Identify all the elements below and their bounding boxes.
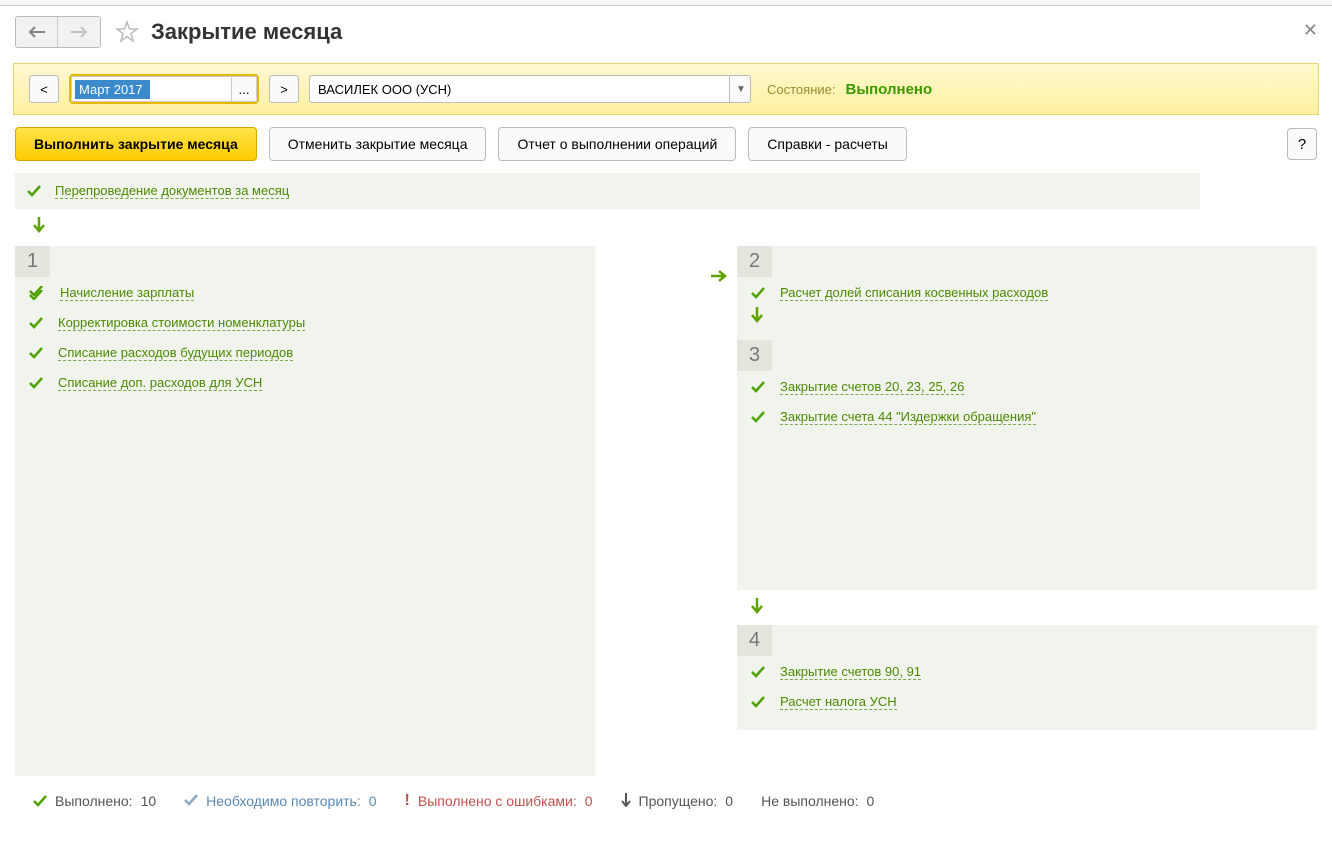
not-label: Не выполнено: <box>761 793 858 809</box>
footer-done: Выполнено: 10 <box>33 793 156 809</box>
arrow-down-icon <box>621 793 631 810</box>
check-icon <box>29 317 43 329</box>
repeat-value: 0 <box>369 793 377 809</box>
check-icon <box>27 185 41 197</box>
check-icon <box>29 377 43 389</box>
check-outline-icon <box>184 793 198 809</box>
skip-value: 0 <box>725 793 733 809</box>
block-3-number: 3 <box>737 340 772 371</box>
cancel-close-button[interactable]: Отменить закрытие месяца <box>269 127 487 161</box>
not-value: 0 <box>867 793 875 809</box>
nav-group <box>15 16 101 48</box>
op-usn-tax-link[interactable]: Расчет налога УСН <box>780 694 897 710</box>
op-row: Расчет долей списания косвенных расходов <box>737 277 1317 307</box>
operations-report-button[interactable]: Отчет о выполнении операций <box>498 127 736 161</box>
period-field-wrap: ... <box>69 74 259 104</box>
arrow-down-icon <box>751 602 763 617</box>
period-bar: < ... > ▼ Состояние: Выполнено <box>13 63 1319 115</box>
arrow-right-icon <box>711 266 727 287</box>
block-1-number: 1 <box>15 246 50 277</box>
content: Перепроведение документов за месяц 1 Нач… <box>0 173 1332 836</box>
repeat-label: Необходимо повторить: <box>206 793 361 809</box>
forward-button[interactable] <box>58 17 100 47</box>
err-label: Выполнено с ошибками: <box>418 793 577 809</box>
err-value: 0 <box>585 793 593 809</box>
status-footer: Выполнено: 10 Необходимо повторить: 0 ! … <box>15 776 1317 826</box>
column-2: 2 Расчет долей списания косвенных расход… <box>737 246 1317 730</box>
arrow-left-icon <box>28 26 46 38</box>
organization-input[interactable] <box>309 75 729 103</box>
op-close-90-91-link[interactable]: Закрытие счетов 90, 91 <box>780 664 921 680</box>
state-value: Выполнено <box>845 81 932 98</box>
op-close-20-23-25-26-link[interactable]: Закрытие счетов 20, 23, 25, 26 <box>780 379 964 395</box>
execute-close-button[interactable]: Выполнить закрытие месяца <box>15 127 257 161</box>
check-icon <box>751 381 765 393</box>
close-icon[interactable]: ✕ <box>1303 20 1318 41</box>
page-title: Закрытие месяца <box>151 19 342 45</box>
op-close-44-link[interactable]: Закрытие счета 44 "Издержки обращения" <box>780 409 1036 425</box>
op-deferred-expenses-link[interactable]: Списание расходов будущих периодов <box>58 345 293 361</box>
arrow-down-icon <box>751 311 763 326</box>
block-4-number: 4 <box>737 625 772 656</box>
op-cost-adjustment-link[interactable]: Корректировка стоимости номенклатуры <box>58 315 305 331</box>
double-check-icon <box>29 286 45 300</box>
op-row: Расчет налога УСН <box>737 686 1317 716</box>
repost-documents-link[interactable]: Перепроведение документов за месяц <box>55 183 289 199</box>
period-input[interactable] <box>75 80 150 99</box>
block-4: 4 Закрытие счетов 90, 91 Расчет налога У… <box>737 625 1317 730</box>
op-indirect-costs-link[interactable]: Расчет долей списания косвенных расходов <box>780 285 1048 301</box>
column-1: 1 Начисление зарплаты Корректировка стои… <box>15 246 691 776</box>
op-payroll-link[interactable]: Начисление зарплаты <box>60 285 194 301</box>
back-button[interactable] <box>16 17 58 47</box>
repost-bar: Перепроведение документов за месяц <box>15 173 1200 209</box>
skip-label: Пропущено: <box>639 793 718 809</box>
op-row: Списание расходов будущих периодов <box>15 337 595 367</box>
header: Закрытие месяца ✕ <box>0 6 1332 63</box>
arrow-right-icon <box>70 26 88 38</box>
organization-dropdown-button[interactable]: ▼ <box>729 75 751 103</box>
footer-errors: ! Выполнено с ошибками: 0 <box>405 792 593 810</box>
check-icon <box>29 347 43 359</box>
column-2-wrap: 2 Расчет долей списания косвенных расход… <box>711 246 1317 730</box>
state-label: Состояние: <box>767 82 835 97</box>
done-label: Выполнено: <box>55 793 133 809</box>
favorite-star-icon[interactable] <box>115 20 139 44</box>
op-row: Корректировка стоимости номенклатуры <box>15 307 595 337</box>
block-2: 2 Расчет долей списания косвенных расход… <box>737 246 1317 340</box>
block-1: 1 Начисление зарплаты Корректировка стои… <box>15 246 595 776</box>
check-icon <box>33 795 47 807</box>
op-row: Закрытие счетов 20, 23, 25, 26 <box>737 371 1317 401</box>
references-button[interactable]: Справки - расчеты <box>748 127 907 161</box>
block-3: 3 Закрытие счетов 20, 23, 25, 26 Закрыти… <box>737 340 1317 590</box>
op-row: Закрытие счета 44 "Издержки обращения" <box>737 401 1317 431</box>
exclamation-icon: ! <box>405 792 410 810</box>
done-value: 10 <box>141 793 157 809</box>
op-row: Закрытие счетов 90, 91 <box>737 656 1317 686</box>
op-row: Списание доп. расходов для УСН <box>15 367 595 397</box>
op-row: Начисление зарплаты <box>15 277 595 307</box>
period-prev-button[interactable]: < <box>29 75 59 103</box>
footer-repeat: Необходимо повторить: 0 <box>184 793 376 809</box>
period-picker-button[interactable]: ... <box>231 76 257 102</box>
op-usn-expenses-link[interactable]: Списание доп. расходов для УСН <box>58 375 262 391</box>
check-icon <box>751 696 765 708</box>
toolbar: Выполнить закрытие месяца Отменить закры… <box>0 115 1332 173</box>
footer-notdone: Не выполнено: 0 <box>761 793 874 809</box>
arrow-down-icon <box>33 217 1317 238</box>
period-next-button[interactable]: > <box>269 75 299 103</box>
organization-select: ▼ <box>309 75 751 103</box>
check-icon <box>751 666 765 678</box>
check-icon <box>751 411 765 423</box>
help-button[interactable]: ? <box>1287 128 1317 160</box>
footer-skipped: Пропущено: 0 <box>621 793 734 810</box>
blocks-area: 1 Начисление зарплаты Корректировка стои… <box>15 246 1317 776</box>
check-icon <box>751 287 765 299</box>
block-2-number: 2 <box>737 246 772 277</box>
